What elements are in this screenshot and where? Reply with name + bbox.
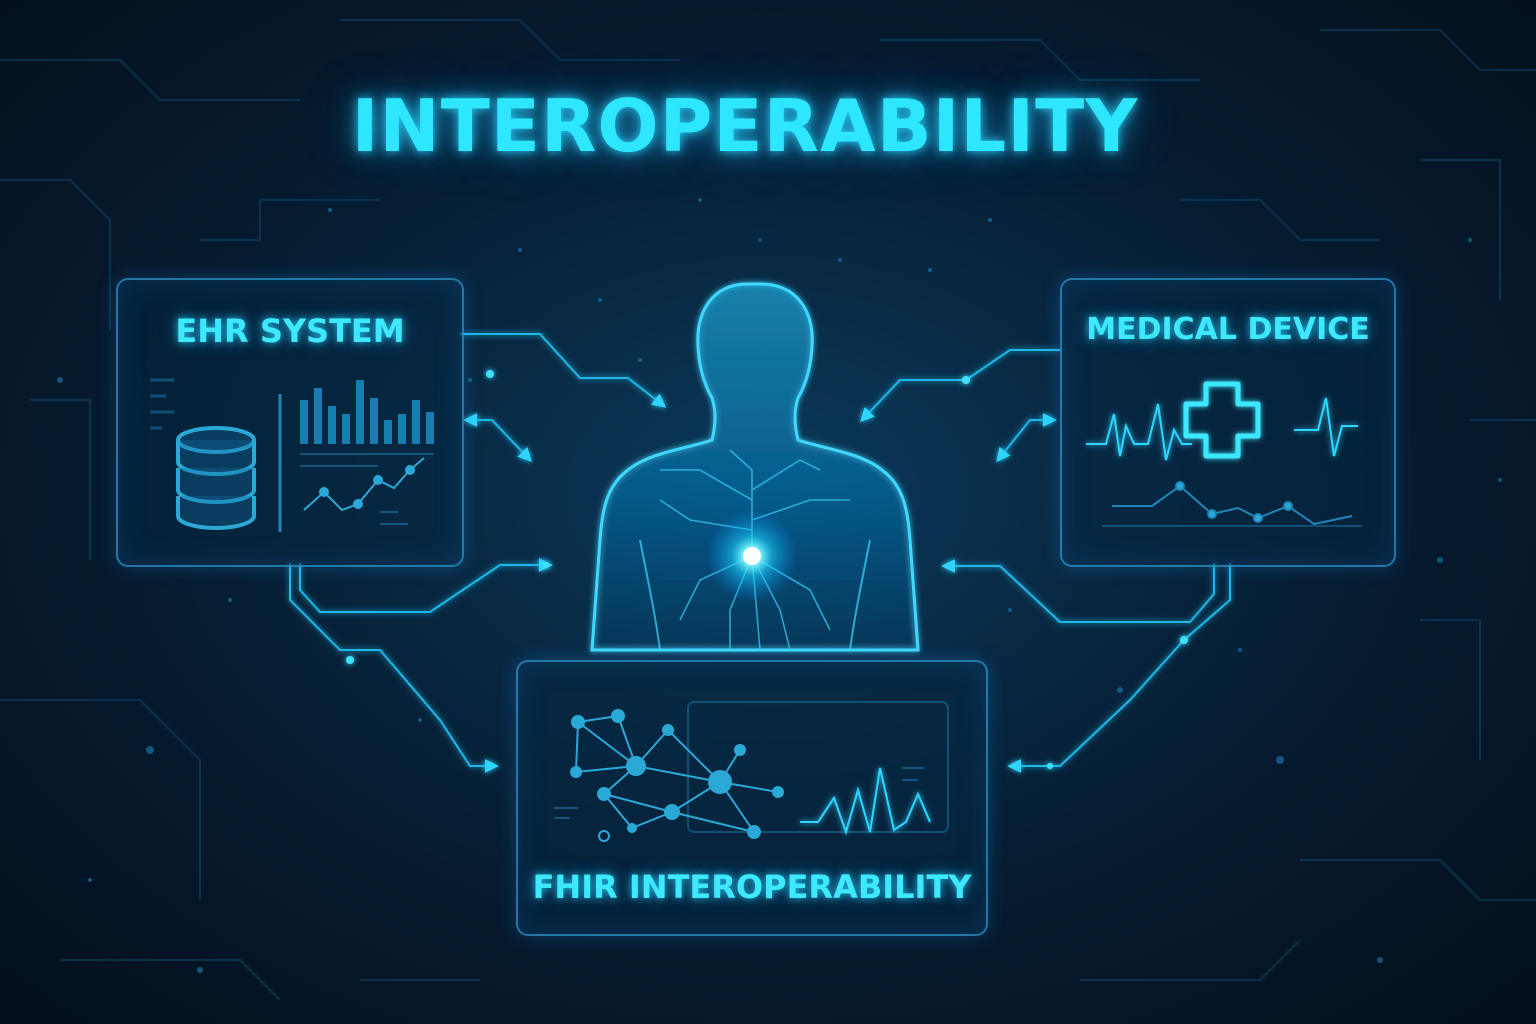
side-dashes xyxy=(150,378,174,430)
page-title: INTEROPERABILITY xyxy=(351,84,1139,168)
medical-cross-icon xyxy=(1183,381,1261,459)
device-person-bidirectional-arrow xyxy=(996,413,1057,463)
ecg-waveform-icon xyxy=(1086,397,1358,461)
line-chart-icon xyxy=(1102,481,1362,527)
ehr-person-bidirectional-arrow xyxy=(463,413,532,463)
ehr-to-person-connector xyxy=(460,333,667,408)
device-panel-graphics xyxy=(1086,381,1362,527)
ehr-system-panel: EHR SYSTEM xyxy=(116,278,464,567)
fhir-panel-graphics xyxy=(554,701,949,842)
network-graph-icon xyxy=(570,709,784,842)
device-to-person-connector xyxy=(860,349,1060,423)
device-to-center-connector xyxy=(941,559,1215,623)
fhir-interoperability-panel: FHIR INTEROPERABILITY xyxy=(516,660,988,936)
human-figure-icon xyxy=(590,282,920,652)
device-to-fhir-connector xyxy=(1007,563,1231,773)
bar-chart-icon xyxy=(300,380,434,444)
database-icon xyxy=(176,426,256,530)
ehr-to-center-connector xyxy=(299,558,553,613)
ehr-to-fhir-connector xyxy=(289,563,499,773)
medical-device-panel: MEDICAL DEVICE xyxy=(1060,278,1396,567)
ehr-panel-graphics xyxy=(150,378,434,532)
waveform-icon xyxy=(800,767,931,836)
